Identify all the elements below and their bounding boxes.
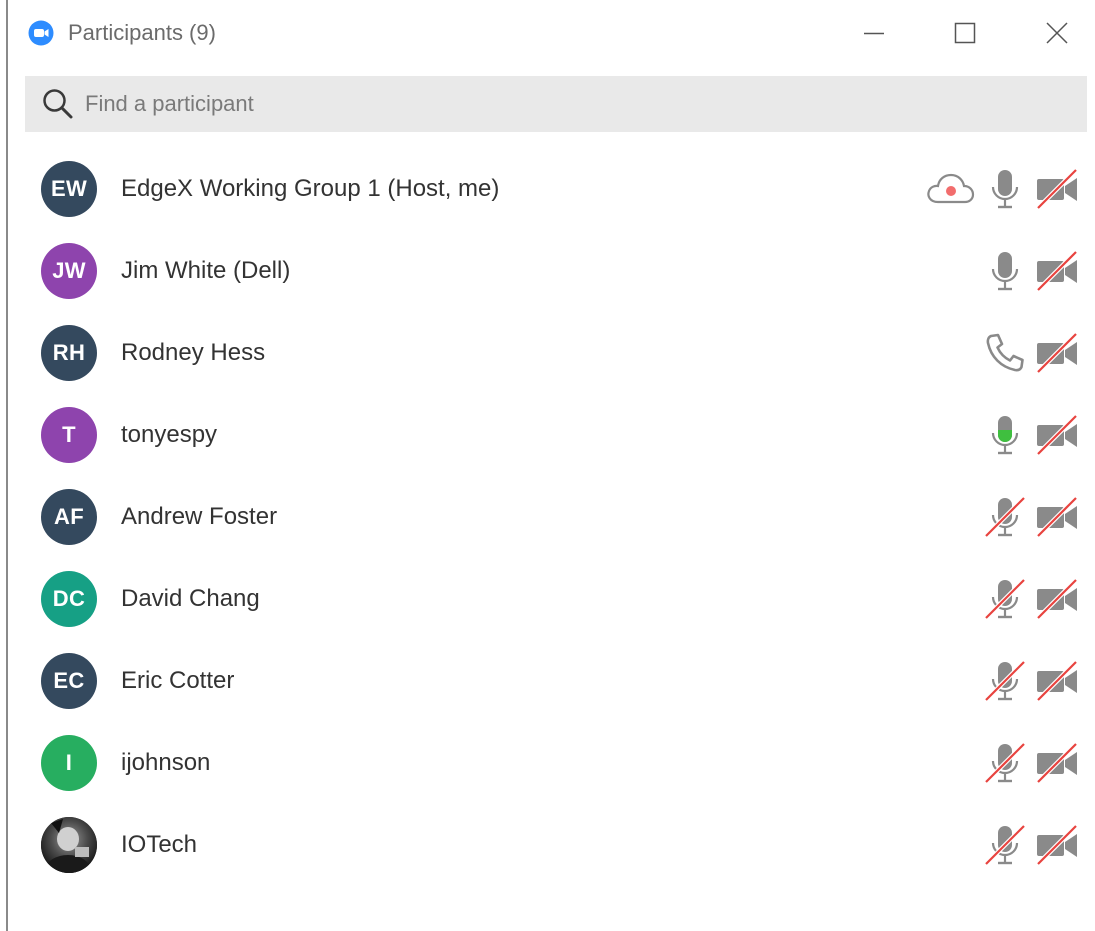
avatar: EW — [41, 161, 97, 217]
participant-status-icons — [982, 656, 1080, 706]
participant-row[interactable]: Iijohnson — [8, 722, 1088, 804]
participant-name: tonyespy — [121, 421, 218, 448]
mic-icon — [982, 247, 1028, 295]
video-off-icon — [1034, 821, 1080, 869]
participant-list: EW EdgeX Working Group 1 (Host, me) JW Jim… — [8, 148, 1088, 886]
minimize-icon — [864, 32, 884, 35]
avatar: RH — [41, 325, 97, 381]
participant-name: Rodney Hess — [121, 339, 266, 366]
video-off-icon — [1034, 165, 1080, 213]
avatar — [41, 817, 97, 873]
close-icon — [1046, 22, 1068, 44]
participant-name: Andrew Foster — [121, 503, 278, 530]
cloud-recording-icon — [924, 165, 976, 213]
video-off-icon — [1034, 493, 1080, 541]
avatar: I — [41, 735, 97, 791]
mic-muted-icon — [982, 575, 1028, 623]
search-input[interactable] — [83, 83, 987, 125]
title-bar[interactable]: Participants (9) — [8, 0, 1095, 66]
participant-name: ijohnson — [121, 749, 211, 776]
participant-row[interactable]: EC Eric Cotter — [8, 640, 1088, 722]
participant-status-icons — [982, 246, 1080, 296]
close-button[interactable] — [1037, 14, 1077, 52]
video-off-icon — [1034, 575, 1080, 623]
participant-row[interactable]: EW EdgeX Working Group 1 (Host, me) — [8, 148, 1088, 230]
participant-row[interactable]: Ttonyespy — [8, 394, 1088, 476]
minimize-button[interactable] — [854, 14, 894, 52]
avatar: T — [41, 407, 97, 463]
video-off-icon — [1034, 739, 1080, 787]
participant-row[interactable]: RH Rodney Hess — [8, 312, 1088, 394]
participant-name: David Chang — [121, 585, 260, 612]
mic-muted-icon — [982, 739, 1028, 787]
participant-search-bar[interactable] — [25, 76, 1087, 132]
phone-icon — [982, 329, 1028, 377]
video-off-icon — [1034, 247, 1080, 295]
zoom-app-icon — [28, 20, 54, 46]
video-off-icon — [1034, 329, 1080, 377]
avatar: AF — [41, 489, 97, 545]
participant-status-icons — [982, 738, 1080, 788]
participant-name: Jim White (Dell) — [121, 257, 291, 284]
maximize-button[interactable] — [945, 14, 985, 52]
mic-speaking-icon — [982, 411, 1028, 459]
video-off-icon — [1034, 657, 1080, 705]
avatar: DC — [41, 571, 97, 627]
participant-status-icons — [982, 820, 1080, 870]
participant-row[interactable]: IOTech — [8, 804, 1088, 886]
participant-row[interactable]: AF Andrew Foster — [8, 476, 1088, 558]
mic-muted-icon — [982, 821, 1028, 869]
participants-window: Participants (9) EWEdgeX Workin — [0, 0, 1095, 931]
participant-status-icons — [982, 410, 1080, 460]
participant-status-icons — [982, 328, 1080, 378]
mic-muted-icon — [982, 657, 1028, 705]
avatar: EC — [41, 653, 97, 709]
mic-muted-icon — [982, 493, 1028, 541]
participant-status-icons — [924, 164, 1080, 214]
video-off-icon — [1034, 411, 1080, 459]
participant-name: IOTech — [121, 831, 198, 858]
participant-row[interactable]: DC David Chang — [8, 558, 1088, 640]
window-title: Participants (9) — [68, 20, 216, 45]
participant-name: Eric Cotter — [121, 667, 235, 694]
maximize-icon — [954, 22, 976, 44]
avatar: JW — [41, 243, 97, 299]
search-icon — [39, 85, 77, 123]
participant-status-icons — [982, 574, 1080, 624]
participant-row[interactable]: JW Jim White (Dell) — [8, 230, 1088, 312]
participant-status-icons — [982, 492, 1080, 542]
participant-name: EdgeX Working Group 1 (Host, me) — [121, 175, 500, 202]
mic-icon — [982, 165, 1028, 213]
